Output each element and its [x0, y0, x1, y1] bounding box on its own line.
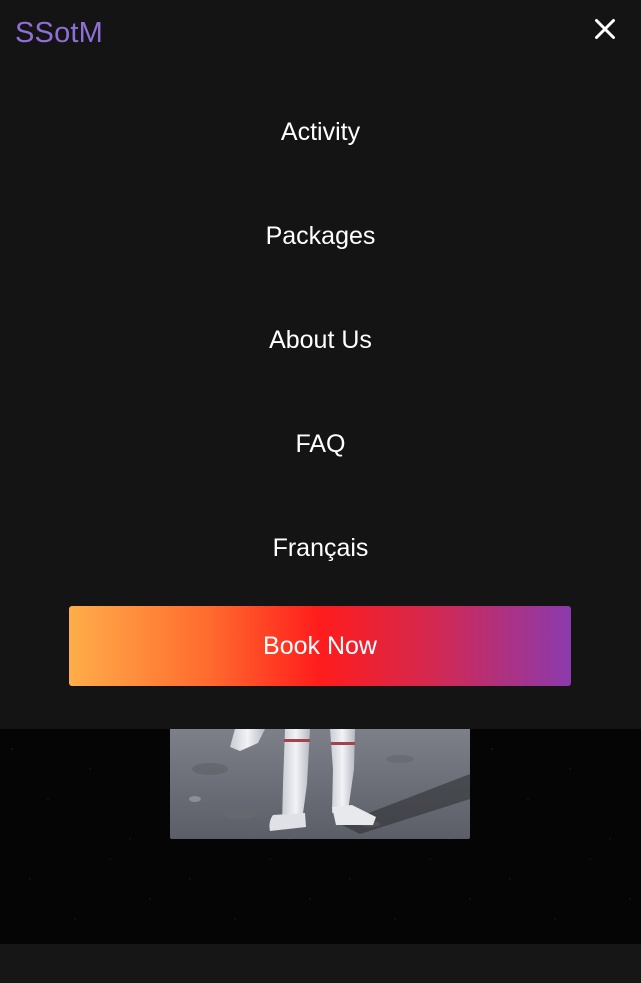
nav-link-faq[interactable]: FAQ	[295, 429, 345, 459]
nav-link-francais[interactable]: Français	[273, 533, 369, 563]
astronaut-on-moon-image	[170, 729, 470, 839]
nav-link-packages[interactable]: Packages	[266, 221, 376, 251]
nav-item-about-us: About Us	[0, 288, 641, 392]
nav-item-language: Français	[0, 496, 641, 600]
nav-link-about-us[interactable]: About Us	[269, 325, 372, 355]
nav-item-faq: FAQ	[0, 392, 641, 496]
brand-logo-link[interactable]: SSotM	[15, 15, 103, 51]
nav-menu-list: Activity Packages About Us FAQ Français	[0, 80, 641, 600]
page: SSotM Activity Packages About Us FAQ Fra…	[0, 0, 641, 983]
close-icon	[595, 19, 615, 39]
nav-item-packages: Packages	[0, 184, 641, 288]
book-now-button[interactable]: Book Now	[69, 606, 571, 686]
close-menu-button[interactable]	[588, 12, 622, 46]
nav-item-activity: Activity	[0, 80, 641, 184]
page-footer-strip	[0, 944, 641, 983]
mobile-menu-overlay: SSotM Activity Packages About Us FAQ Fra…	[0, 0, 641, 729]
nav-link-activity[interactable]: Activity	[281, 117, 360, 147]
